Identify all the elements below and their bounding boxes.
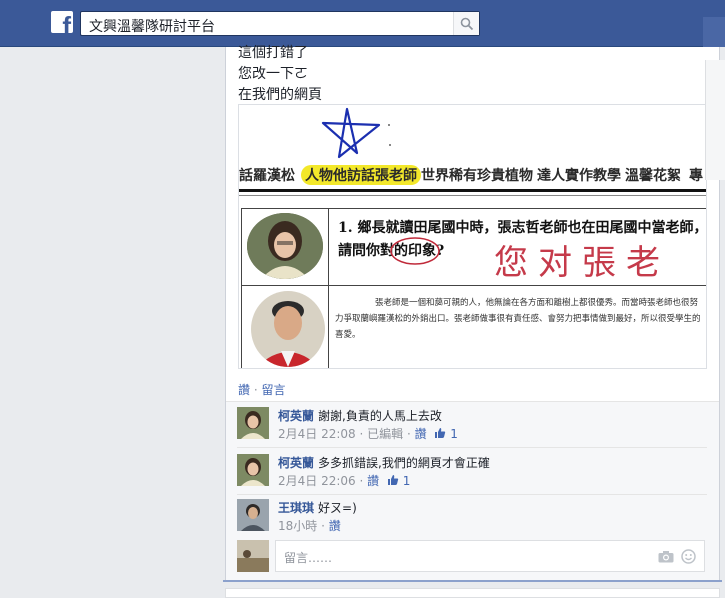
comments-section: 柯英蘭 謝謝,負責的人馬上去改 2月4日 22:08 · 已編輯 · 讚 1 柯英…: [226, 401, 719, 580]
comment-divider: [237, 447, 707, 448]
comment-input[interactable]: 留言……: [275, 540, 705, 572]
comment-placeholder: 留言……: [284, 551, 333, 565]
nav-item-highlighted: 人物他訪話張老師: [301, 165, 421, 185]
thumbs-up-icon: [435, 428, 446, 438]
comment-link[interactable]: 留言: [261, 383, 285, 397]
comment-meta: 18小時 · 讚: [278, 519, 341, 533]
star-doodle: [321, 107, 391, 159]
post-line: 在我們的網頁: [238, 87, 322, 103]
current-user-avatar: [237, 540, 269, 572]
facebook-logo[interactable]: f: [51, 11, 73, 33]
handwritten-text: 您对張老: [494, 243, 670, 283]
reply-row: 留言……: [237, 540, 707, 572]
search-box[interactable]: 文興溫馨隊研討平台: [80, 11, 480, 36]
comment-meta: 2月4日 22:06 · 讚 1: [278, 474, 411, 488]
next-post-card: [225, 588, 720, 598]
like-count[interactable]: 1: [450, 427, 458, 441]
like-count[interactable]: 1: [403, 474, 411, 488]
comment-time[interactable]: 2月4日 22:08: [278, 427, 356, 441]
comment-time[interactable]: 18小時: [278, 519, 317, 533]
table-border: [241, 285, 706, 286]
commenter-name[interactable]: 王琪琪: [278, 501, 314, 515]
commenter-name[interactable]: 柯英蘭: [278, 409, 314, 423]
post-line: 這個打錯了: [238, 45, 308, 61]
top-navigation-bar: f 文興溫馨隊研討平台: [0, 0, 725, 47]
search-button[interactable]: [453, 12, 479, 35]
top-right-control[interactable]: [703, 17, 725, 47]
comment-time[interactable]: 2月4日 22:06: [278, 474, 356, 488]
student-photo: [247, 213, 323, 279]
comment-text: 好ㄡ=): [318, 501, 357, 515]
divider: [239, 189, 706, 192]
post-card: 這個打錯了 您改一下ㄛ 在我們的網頁 話羅漢松 人物他訪話張老師 世界稀有珍貴植…: [225, 45, 720, 580]
nav-item: 溫馨花絮: [625, 168, 681, 184]
comment-text: 多多抓錯誤,我們的網頁才會正確: [318, 456, 490, 470]
comment-text: 謝謝,負責的人馬上去改: [318, 409, 442, 423]
thumbs-up-icon: [387, 475, 399, 485]
card-bottom-edge: [223, 580, 722, 582]
teacher-photo: [251, 291, 325, 367]
post-line: 您改一下ㄛ: [238, 66, 308, 82]
handwriting-annotation: [390, 237, 440, 265]
comment-like-link[interactable]: 讚: [329, 519, 341, 533]
edited-label[interactable]: 已編輯: [367, 427, 403, 441]
search-input[interactable]: 文興溫馨隊研討平台: [89, 16, 215, 36]
nav-item: 話羅漢松: [239, 168, 295, 184]
post-text: 這個打錯了 您改一下ㄛ 在我們的網頁: [238, 43, 322, 106]
divider: [239, 195, 706, 196]
commenter-name[interactable]: 柯英蘭: [278, 456, 314, 470]
camera-icon[interactable]: [658, 550, 674, 563]
comment-like-link[interactable]: 讚: [415, 427, 427, 441]
nav-item: 世界稀有珍貴植物: [421, 168, 533, 184]
site-nav-strip: 話羅漢松 人物他訪話張老師 世界稀有珍貴植物 達人實作教學 溫馨花絮 專: [239, 160, 706, 188]
post-actions: 讚 · 留言: [238, 381, 286, 398]
table-border: [241, 208, 242, 368]
comment-divider: [237, 494, 707, 495]
comment-like-link[interactable]: 讚: [367, 474, 379, 488]
avatar[interactable]: [237, 454, 269, 486]
emoji-icon[interactable]: [681, 549, 696, 564]
table-border: [241, 208, 706, 209]
shared-screenshot-image[interactable]: 話羅漢松 人物他訪話張老師 世界稀有珍貴植物 達人實作教學 溫馨花絮 專 1. …: [238, 104, 707, 369]
comment-meta: 2月4日 22:08 · 已編輯 · 讚 1: [278, 427, 458, 441]
right-side-panel: [705, 60, 725, 180]
like-link[interactable]: 讚: [238, 383, 250, 397]
nav-item: 專: [689, 168, 703, 184]
avatar[interactable]: [237, 499, 269, 531]
nav-item: 達人實作教學: [537, 168, 621, 184]
avatar[interactable]: [237, 407, 269, 439]
search-icon: [460, 17, 474, 31]
interview-answer: 張老師是一個和藹可親的人，他無論在各方面和離樹上都很優秀。而當時張老師也很努力爭…: [335, 298, 701, 340]
table-border: [328, 208, 329, 368]
